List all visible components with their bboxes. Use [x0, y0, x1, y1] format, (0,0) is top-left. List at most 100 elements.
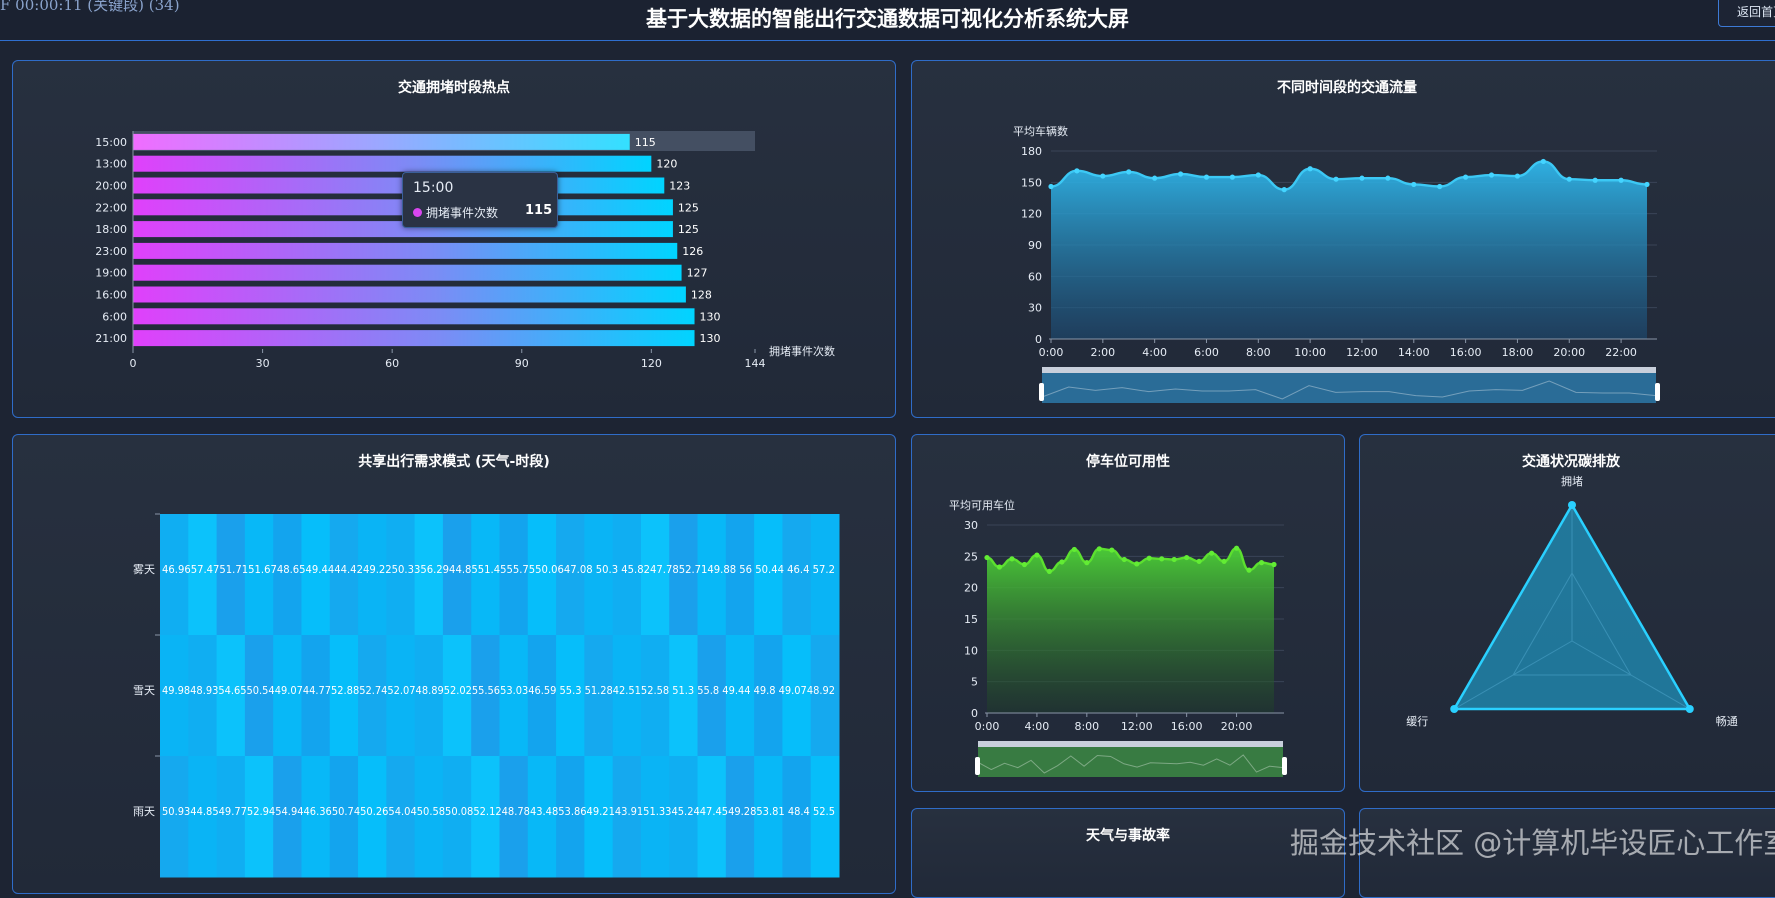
data-label: 120 — [656, 158, 677, 171]
data-label: 125 — [678, 201, 699, 214]
data-point — [1177, 171, 1184, 177]
data-point — [1411, 181, 1417, 188]
y-tick-label: 5 — [971, 676, 978, 689]
x-tick-label: 10:00 — [1294, 346, 1326, 359]
congestion-chart[interactable]: 15:00 115 13:00 120 20:00 123 22:00 125 18:00 125… — [13, 61, 896, 418]
data-point — [1171, 556, 1177, 563]
header: F 00:00:11 (关键段) (34) 基于大数据的智能出行交通数据可视化分… — [0, 0, 1775, 41]
bar — [133, 330, 695, 347]
data-label: 127 — [687, 267, 708, 280]
emission-radar[interactable]: 拥堵畅通 缓行 — [1360, 435, 1775, 792]
chart-tooltip: 15:00 拥堵事件次数 115 — [402, 172, 558, 228]
x-tick-label: 144 — [745, 357, 766, 370]
y-tick-label: 6:00 — [102, 310, 127, 323]
data-point — [1514, 173, 1521, 179]
y-tick-label: 150 — [1021, 176, 1042, 189]
x-tick-label: 60 — [385, 357, 399, 370]
data-point — [1221, 558, 1227, 564]
weather-title: 天气与事故率 — [1086, 828, 1170, 844]
data-point — [1109, 547, 1115, 553]
data-point — [1009, 556, 1015, 562]
data-point — [1100, 173, 1106, 179]
y-tick-label: 30 — [964, 519, 978, 532]
data-point — [1046, 568, 1052, 574]
sharing-heatmap[interactable]: 雾天 46.9657.4751.7151.6748.6549.4444.4249.… — [13, 435, 896, 894]
y-axis-label: 平均车辆数 — [1013, 124, 1068, 138]
data-point — [1209, 550, 1215, 556]
x-tick-label: 12:00 — [1346, 346, 1378, 359]
radar-point — [1685, 705, 1694, 713]
radar-point — [1568, 501, 1576, 509]
x-tick-label: 4:00 — [1025, 720, 1050, 733]
data-point — [1566, 176, 1572, 182]
flow-panel: 不同时间段的交通流量 0 30 60 90 120 150 180 平均车辆数 0:00 2:00… — [911, 60, 1775, 418]
emission-panel: 交通状况碳排放 拥堵 畅通 缓行 — [1359, 434, 1775, 792]
x-axis-label: 拥堵事件次数 — [769, 344, 835, 358]
y-tick-label: 22:00 — [95, 201, 127, 214]
y-tick-label: 15:00 — [95, 136, 127, 149]
data-point — [1184, 554, 1190, 561]
x-tick-label: 14:00 — [1398, 346, 1430, 359]
heat-cell-labels: 46.9657.4751.7151.6748.6549.4444.4249.22… — [162, 563, 835, 576]
data-point — [1592, 177, 1598, 183]
data-point — [1281, 187, 1287, 193]
watermark: 掘金技术社区 @计算机毕设匠心工作室 — [1290, 826, 1775, 860]
data-point — [996, 564, 1003, 570]
data-point — [1034, 552, 1040, 558]
y-axis-label: 平均可用车位 — [949, 498, 1015, 512]
data-point — [1048, 183, 1054, 190]
data-point — [1437, 183, 1443, 190]
y-tick-label: 20:00 — [95, 180, 127, 193]
data-point — [1121, 556, 1127, 563]
y-tick-label: 0 — [971, 707, 978, 720]
bar — [133, 177, 665, 194]
x-tick-label: 2:00 — [1090, 346, 1115, 359]
page-title: 基于大数据的智能出行交通数据可视化分析系统大屏 — [646, 7, 1129, 31]
zoom-handle-right — [1655, 383, 1660, 401]
data-point — [1096, 546, 1102, 552]
sharing-panel: 共享出行需求模式 (天气-时段) 雾天 46.9657.4751.7151.674… — [12, 434, 896, 894]
flow-chart[interactable]: 0 30 60 90 120 150 180 平均车辆数 0:00 2:00 4:00 6:00 8:0… — [912, 61, 1775, 418]
bar — [133, 308, 695, 325]
heat-cell-labels: 50.9344.8549.7752.9454.9446.3650.7450.26… — [162, 805, 835, 818]
x-tick-label: 0:00 — [975, 720, 1000, 733]
data-point — [1059, 559, 1065, 565]
back-home-button[interactable]: 返回首页 — [1718, 0, 1775, 27]
bar — [133, 155, 652, 172]
data-point — [1196, 558, 1202, 564]
x-tick-label: 12:00 — [1121, 720, 1153, 733]
zoom-handle-right — [1282, 757, 1287, 775]
tooltip-value: 115 — [525, 203, 553, 218]
data-point — [1134, 561, 1140, 567]
data-point — [1084, 560, 1090, 566]
series-area — [1051, 161, 1647, 339]
data-point — [1307, 166, 1313, 172]
data-label: 126 — [682, 245, 703, 258]
y-tick-label: 21:00 — [95, 332, 127, 345]
heat-cell-labels: 49.9848.9354.6550.5449.0744.7752.8852.74… — [162, 684, 835, 697]
x-tick-label: 90 — [515, 357, 529, 370]
x-tick-label: 120 — [641, 357, 662, 370]
y-tick-label: 0 — [1035, 333, 1042, 346]
y-tick-label: 15 — [964, 613, 978, 626]
x-tick-label: 4:00 — [1142, 346, 1167, 359]
data-point — [1540, 158, 1546, 165]
x-tick-label: 30 — [256, 357, 270, 370]
parking-chart[interactable]: 0 5 10 15 20 25 30 平均可用车位 0:00 4:00 8:00 12:00 16:00… — [912, 435, 1345, 792]
data-point — [1159, 556, 1165, 562]
data-point — [1074, 168, 1080, 174]
data-point — [1463, 174, 1469, 180]
x-tick-label: 20:00 — [1553, 346, 1585, 359]
tooltip-label: 拥堵事件次数 — [426, 206, 499, 220]
x-tick-label: 18:00 — [1502, 346, 1534, 359]
zoom-handle-left — [975, 757, 980, 775]
data-point — [1385, 175, 1391, 181]
data-point — [1146, 555, 1152, 561]
tooltip-series-dot — [413, 208, 422, 217]
radar-indicator-label: 拥堵 — [1561, 474, 1583, 488]
data-point — [1071, 546, 1077, 553]
data-point — [1255, 172, 1261, 178]
y-tick-label: 雨天 — [133, 805, 155, 818]
y-tick-label: 雪天 — [133, 684, 155, 697]
y-tick-label: 120 — [1021, 208, 1042, 221]
